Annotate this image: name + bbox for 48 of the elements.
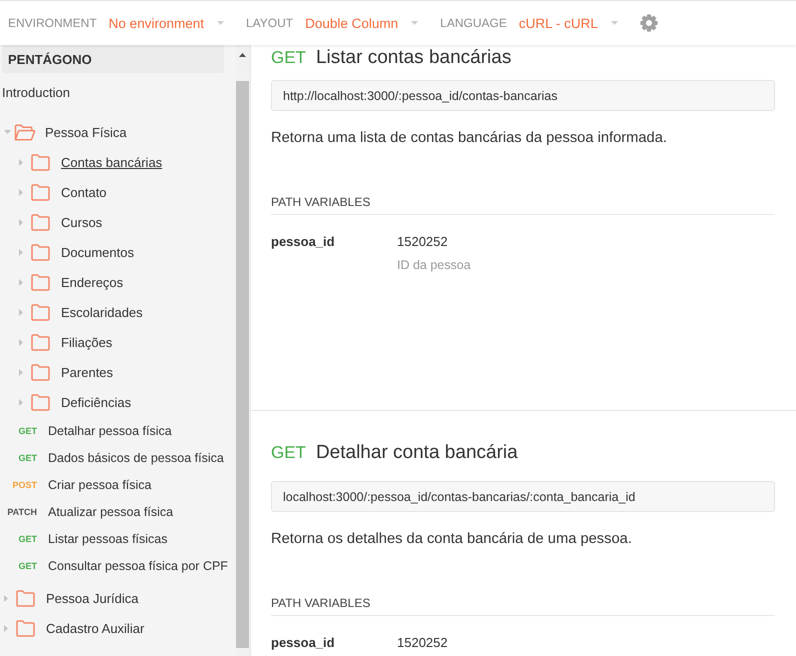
folder-item[interactable]: Pessoa Física bbox=[2, 117, 224, 147]
folder-item[interactable]: Endereços bbox=[2, 267, 224, 297]
settings-icon[interactable] bbox=[640, 14, 658, 32]
endpoint-title: Listar contas bancárias bbox=[316, 46, 512, 70]
endpoint-description: Retorna uma lista de contas bancárias da pessoa informada. bbox=[271, 129, 668, 148]
collection-title: PENTÁGONO bbox=[2, 45, 224, 73]
http-method-label: GET bbox=[271, 442, 306, 464]
section-heading: PATH VARIABLES bbox=[271, 194, 775, 215]
request-item[interactable]: PATCH Atualizar pessoa física bbox=[2, 498, 224, 525]
http-method-label: PATCH bbox=[7, 506, 37, 516]
variable-value: 1520252 bbox=[397, 233, 449, 251]
dropdown-caret-icon bbox=[411, 21, 418, 25]
folder-item[interactable]: Filiações bbox=[2, 327, 224, 357]
folder-item[interactable]: Contato bbox=[2, 177, 224, 207]
endpoint-description: Retorna os detalhes da conta bancária de uma pessoa. bbox=[271, 530, 633, 549]
folder-item[interactable]: Deficiências bbox=[2, 387, 224, 417]
http-method-label: GET bbox=[18, 560, 37, 570]
http-method-label: GET bbox=[18, 452, 37, 462]
variable-value: 1520252 bbox=[397, 634, 449, 652]
http-method-label: GET bbox=[271, 47, 306, 69]
request-item[interactable]: GET Detalhar pessoa física bbox=[2, 417, 224, 444]
variable-name: pessoa_id bbox=[271, 233, 336, 251]
folder-item[interactable]: Contas bancárias bbox=[2, 147, 224, 177]
folder-item[interactable]: Documentos bbox=[2, 237, 224, 267]
variable-description: ID da pessoa bbox=[397, 257, 472, 274]
request-item[interactable]: GET Listar pessoas físicas bbox=[2, 525, 224, 552]
folder-item[interactable]: Cursos bbox=[2, 207, 224, 237]
setting-label: ENVIRONMENT bbox=[8, 16, 97, 30]
setting-label: LANGUAGE bbox=[440, 16, 507, 30]
request-item[interactable]: GET Dados básicos de pessoa física bbox=[2, 444, 224, 471]
request-item[interactable]: POST Criar pessoa física bbox=[2, 471, 224, 498]
http-method-label: POST bbox=[12, 480, 37, 490]
section-heading: PATH VARIABLES bbox=[271, 595, 775, 616]
folder-item[interactable]: Pessoa Jurídica bbox=[2, 583, 224, 613]
scroll-up-arrow-icon[interactable] bbox=[239, 52, 246, 56]
folder-item[interactable]: Cadastro Auxiliar bbox=[2, 613, 224, 643]
request-url: localhost:3000/:pessoa_id/contas-bancarias/:conta_bancaria_id bbox=[271, 481, 775, 512]
request-url: http://localhost:3000/:pessoa_id/contas-bancarias bbox=[271, 80, 775, 111]
endpoint-title: Detalhar conta bancária bbox=[316, 441, 518, 465]
folder-item[interactable]: Escolaridades bbox=[2, 297, 224, 327]
folder-item[interactable]: Parentes bbox=[2, 357, 224, 387]
dropdown-caret-icon bbox=[216, 21, 224, 25]
variable-name: pessoa_id bbox=[271, 634, 336, 652]
sidebar-link[interactable]: Introduction bbox=[2, 77, 224, 107]
setting-label: LAYOUT bbox=[246, 16, 294, 30]
http-method-label: GET bbox=[18, 534, 37, 544]
http-method-label: GET bbox=[18, 426, 37, 436]
dropdown-caret-icon bbox=[610, 21, 618, 25]
